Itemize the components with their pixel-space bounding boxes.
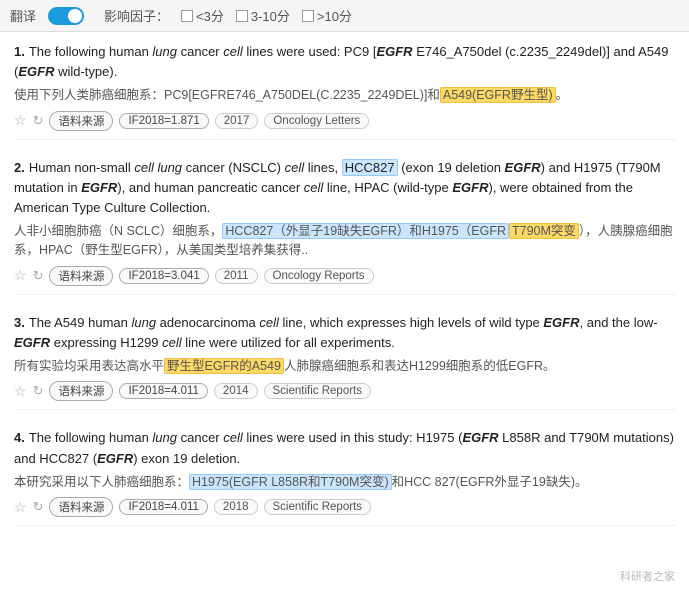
egfr-4b: EGFR — [97, 451, 133, 466]
if-tag-4: IF2018=4.011 — [119, 499, 207, 515]
if-tag-1: IF2018=1.871 — [119, 113, 208, 129]
result-1-cn: 使用下列人类肺癌细胞系：PC9[EGFRE746_A750DEL(C.2235_… — [14, 86, 675, 105]
translate-label: 翻译 — [10, 6, 36, 25]
result-3-number: 3. — [14, 315, 25, 330]
year-tag-4: 2018 — [214, 499, 258, 515]
source-tag-3[interactable]: 语料来源 — [49, 381, 113, 401]
filter-3to10-label: 3-10分 — [251, 6, 290, 25]
toggle-knob — [68, 9, 82, 23]
result-1-en: 1.The following human lung cancer cell l… — [14, 42, 675, 82]
journal-tag-2: Oncology Reports — [264, 268, 374, 284]
filter-gt10-label: >10分 — [317, 6, 352, 25]
egfr-3a: EGFR — [543, 315, 579, 330]
watermark: 科研者之家 — [620, 568, 675, 584]
top-bar: 翻译 影响因子： <3分 3-10分 >10分 — [0, 0, 689, 32]
cn-highlight-2a: HCC827（外显子19缺失EGFR）和H1975（EGFR — [222, 223, 509, 239]
result-3-cn: 所有实验均采用表达高水平野生型EGFR的A549人肺腺癌细胞系和表达H1299细… — [14, 357, 675, 376]
result-4-cn: 本研究采用以下人肺癌细胞系：H1975(EGFR L858R和T790M突变)和… — [14, 473, 675, 492]
source-tag-1[interactable]: 语料来源 — [49, 111, 113, 131]
egfr-3b: EGFR — [14, 335, 50, 350]
cell-4: cell — [223, 430, 243, 445]
main-content: 1.The following human lung cancer cell l… — [0, 32, 689, 558]
refresh-1[interactable]: ↻ — [33, 113, 44, 129]
cn-highlight-4: H1975(EGFR L858R和T790M突变) — [189, 474, 392, 490]
cell-1: cell — [223, 44, 243, 59]
lung-1: lung — [152, 44, 177, 59]
cell-2: cell — [285, 160, 305, 175]
star-4[interactable]: ☆ — [14, 499, 27, 516]
source-tag-2[interactable]: 语料来源 — [49, 266, 113, 286]
result-4-en: 4.The following human lung cancer cell l… — [14, 428, 675, 468]
journal-tag-3: Scientific Reports — [264, 383, 371, 399]
filter-less3-checkbox[interactable] — [181, 10, 193, 22]
cn-highlight-3: 野生型EGFR的A549 — [164, 358, 284, 374]
filter-gt10-checkbox[interactable] — [302, 10, 314, 22]
egfr-2c: EGFR — [81, 180, 117, 195]
result-1-meta: ☆ ↻ 语料来源 IF2018=1.871 2017 Oncology Lett… — [14, 111, 675, 131]
result-item-3: 3.The A549 human lung adenocarcinoma cel… — [14, 313, 675, 411]
refresh-2[interactable]: ↻ — [33, 268, 44, 284]
impact-factor-label: 影响因子： — [104, 6, 169, 25]
result-2-en: 2.Human non-small cell lung cancer (NSCL… — [14, 158, 675, 218]
egfr-2a: EGF — [505, 160, 532, 175]
lung-4: lung — [152, 430, 177, 445]
egfr-1a: EGFR — [376, 44, 412, 59]
cell-3: cell — [259, 315, 279, 330]
hcc827-highlight: HCC827 — [342, 159, 398, 176]
result-1-number: 1. — [14, 44, 25, 59]
result-item-1: 1.The following human lung cancer cell l… — [14, 42, 675, 140]
result-item-2: 2.Human non-small cell lung cancer (NSCL… — [14, 158, 675, 295]
translate-toggle[interactable] — [48, 7, 84, 25]
cell-3b: cell — [162, 335, 182, 350]
filter-3to10[interactable]: 3-10分 — [236, 6, 290, 25]
filter-less3[interactable]: <3分 — [181, 6, 224, 25]
result-2-cn: 人非小细胞肺癌（N SCLC）细胞系，HCC827（外显子19缺失EGFR）和H… — [14, 222, 675, 261]
if-tag-2: IF2018=3.041 — [119, 268, 208, 284]
filter-less3-label: <3分 — [196, 6, 224, 25]
refresh-4[interactable]: ↻ — [33, 499, 44, 515]
cell-lung-2: cell lung — [134, 160, 182, 175]
lung-3: lung — [131, 315, 156, 330]
result-2-number: 2. — [14, 160, 25, 175]
refresh-3[interactable]: ↻ — [33, 383, 44, 399]
egfr-2d: EGFR — [452, 180, 488, 195]
egfr-2b: R — [531, 160, 540, 175]
year-tag-2: 2011 — [215, 268, 258, 284]
cn-highlight-1: A549(EGFR野生型) — [440, 87, 556, 103]
year-tag-3: 2014 — [214, 383, 258, 399]
source-tag-4[interactable]: 语料来源 — [49, 497, 113, 517]
star-3[interactable]: ☆ — [14, 383, 27, 400]
cell-2b: cell — [304, 180, 324, 195]
result-4-number: 4. — [14, 430, 25, 445]
result-4-meta: ☆ ↻ 语料来源 IF2018=4.011 2018 Scientific Re… — [14, 497, 675, 517]
journal-tag-4: Scientific Reports — [264, 499, 371, 515]
cn-highlight-2b: T790M突变 — [509, 223, 579, 239]
result-3-en: 3.The A549 human lung adenocarcinoma cel… — [14, 313, 675, 353]
star-2[interactable]: ☆ — [14, 267, 27, 284]
egfr-1b: EGFR — [18, 64, 54, 79]
result-2-meta: ☆ ↻ 语料来源 IF2018=3.041 2011 Oncology Repo… — [14, 266, 675, 286]
result-3-meta: ☆ ↻ 语料来源 IF2018=4.011 2014 Scientific Re… — [14, 381, 675, 401]
result-item-4: 4.The following human lung cancer cell l… — [14, 428, 675, 526]
journal-tag-1: Oncology Letters — [264, 113, 369, 129]
filter-gt10[interactable]: >10分 — [302, 6, 352, 25]
year-tag-1: 2017 — [215, 113, 259, 129]
star-1[interactable]: ☆ — [14, 112, 27, 129]
if-tag-3: IF2018=4.011 — [119, 383, 207, 399]
filter-3to10-checkbox[interactable] — [236, 10, 248, 22]
egfr-4a: EGFR — [462, 430, 498, 445]
